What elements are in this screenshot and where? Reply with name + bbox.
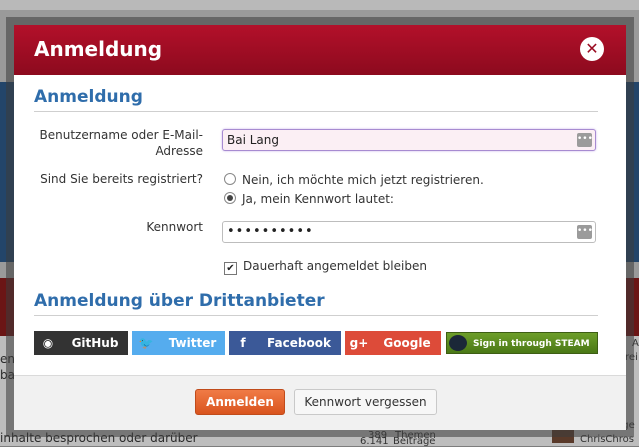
facebook-login-button[interactable]: f Facebook	[229, 331, 341, 355]
twitter-icon: 🐦	[138, 336, 154, 350]
radio-button[interactable]	[224, 173, 236, 185]
facebook-icon: f	[240, 336, 246, 350]
background-link: ChrisChros	[580, 434, 634, 445]
divider	[34, 111, 598, 112]
google-login-button[interactable]: g+ Google	[345, 331, 441, 355]
close-icon[interactable]: ✕	[580, 37, 604, 61]
google-plus-icon: g+	[349, 336, 369, 350]
password-manager-icon[interactable]: •••	[577, 225, 593, 239]
checkbox-checked[interactable]: ✔	[224, 262, 237, 275]
remember-label: Dauerhaft angemeldet bleiben	[243, 259, 427, 273]
remember-checkbox-row[interactable]: ✔ Dauerhaft angemeldet bleiben	[224, 259, 427, 275]
username-value: Bai Lang	[227, 133, 279, 147]
section-heading-third-party: Anmeldung über Drittanbieter	[34, 291, 325, 311]
radio-register-label: Nein, ich möchte mich jetzt registrieren…	[242, 173, 484, 187]
password-value: ••••••••••	[227, 224, 314, 239]
steam-login-button[interactable]: Sign in through STEAM	[446, 332, 598, 354]
divider	[34, 315, 598, 316]
steam-icon	[449, 335, 467, 351]
password-field[interactable]: •••••••••• •••	[222, 221, 596, 243]
github-icon: ◉	[42, 336, 54, 350]
radio-button-selected[interactable]	[224, 192, 236, 204]
github-login-button[interactable]: ◉ GitHub	[34, 331, 128, 355]
background-text: inhalte besprochen oder darüber	[0, 431, 198, 445]
password-label: Kennwort	[146, 220, 203, 234]
dialog-title: Anmeldung	[34, 37, 163, 61]
radio-has-password-label: Ja, mein Kennwort lautet:	[242, 192, 394, 206]
twitter-login-button[interactable]: 🐦 Twitter	[132, 331, 225, 355]
login-dialog: Anmeldung ✕ Anmeldung Benutzername oder …	[14, 25, 626, 430]
background-count: 6.141	[360, 436, 389, 447]
section-heading-login: Anmeldung	[34, 87, 143, 107]
registered-label: Sind Sie bereits registriert?	[40, 172, 203, 186]
background-text: A	[632, 338, 639, 349]
google-label: Google	[383, 336, 431, 350]
username-label: Benutzername oder E-Mail-Adresse	[39, 128, 204, 158]
steam-label: Sign in through STEAM	[473, 339, 590, 349]
facebook-label: Facebook	[267, 336, 331, 350]
login-button[interactable]: Anmelden	[195, 389, 285, 415]
username-field[interactable]: Bai Lang •••	[222, 129, 596, 151]
radio-register[interactable]: Nein, ich möchte mich jetzt registrieren…	[224, 173, 484, 187]
twitter-label: Twitter	[168, 336, 217, 350]
radio-has-password[interactable]: Ja, mein Kennwort lautet:	[224, 192, 394, 206]
github-label: GitHub	[71, 336, 119, 350]
forgot-password-button[interactable]: Kennwort vergessen	[294, 389, 437, 415]
background-label: Beiträge	[393, 436, 436, 447]
dialog-footer: Anmelden Kennwort vergessen	[14, 375, 626, 430]
password-manager-icon[interactable]: •••	[577, 133, 593, 147]
dialog-titlebar: Anmeldung ✕	[14, 25, 626, 75]
background-header	[0, 0, 639, 10]
